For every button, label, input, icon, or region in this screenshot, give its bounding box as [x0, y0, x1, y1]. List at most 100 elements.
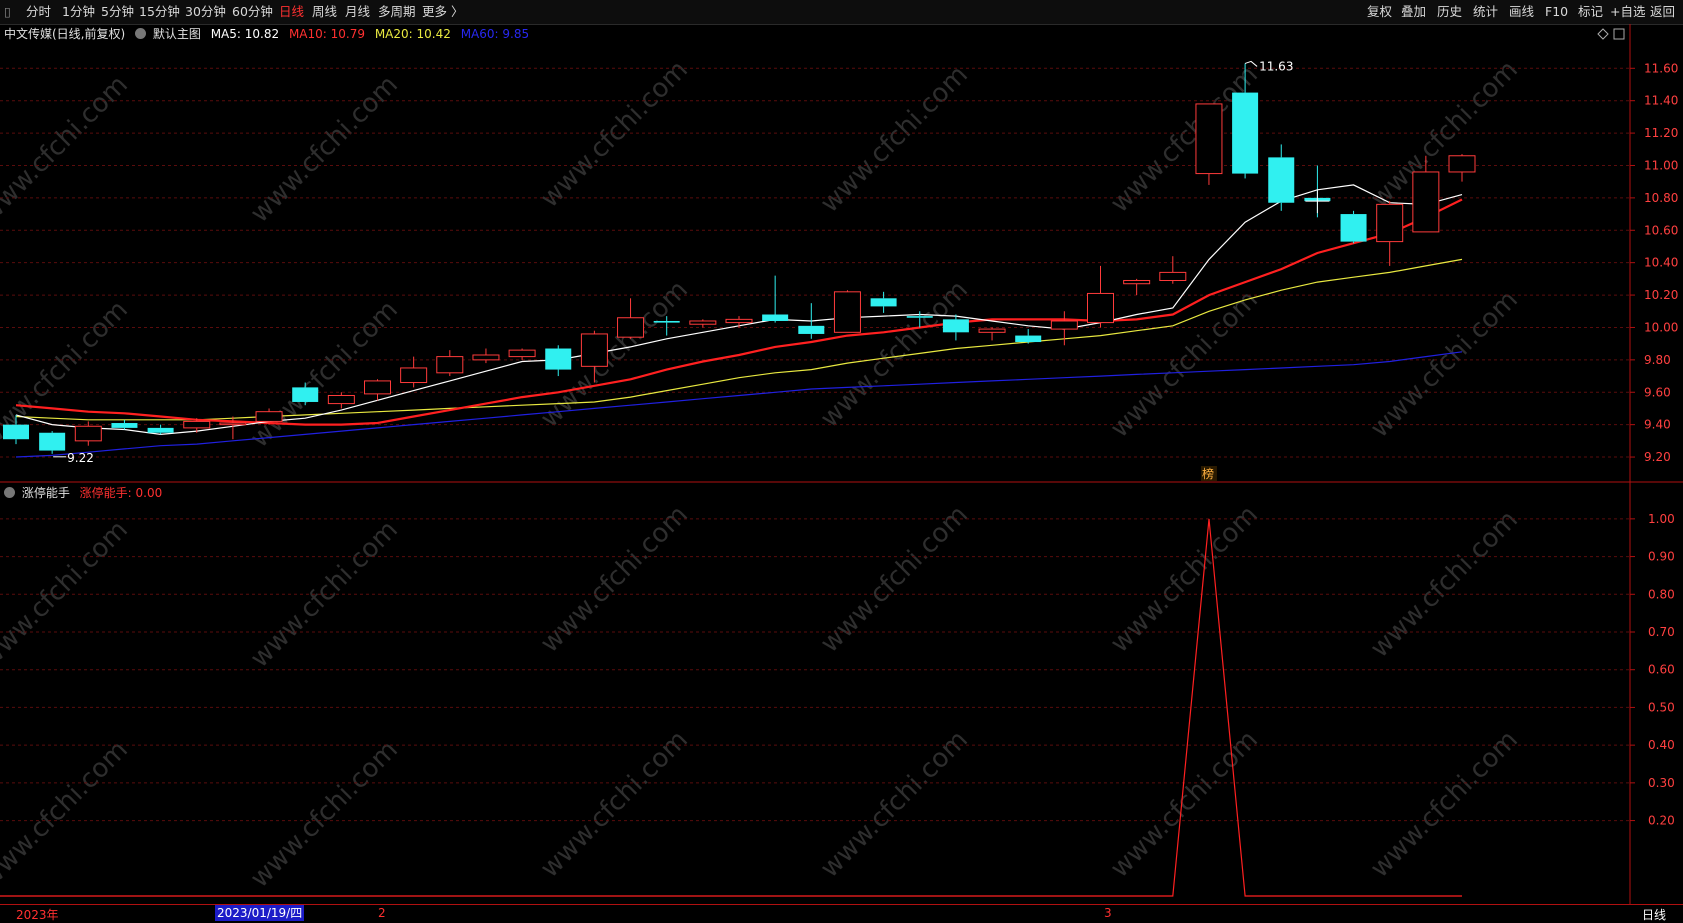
period-label[interactable]: 日线	[1642, 906, 1666, 923]
candle	[327, 392, 355, 409]
indicator-tick-label: 0.80	[1648, 587, 1675, 601]
candle	[833, 290, 861, 333]
candle	[689, 319, 717, 328]
candle-body-down	[1015, 335, 1042, 343]
candle-body-up	[364, 380, 391, 395]
kline-chart[interactable]: www.cfchi.com www.cfchi.com www.cfchi.com w…	[0, 0, 1683, 904]
watermark-text: www.cfchi.com	[245, 70, 404, 229]
candle-body-down	[292, 387, 319, 402]
candle	[1087, 265, 1114, 328]
candle	[364, 379, 391, 401]
month-mar: 3	[1104, 906, 1112, 920]
candle	[870, 291, 897, 313]
candle-body-down	[653, 320, 680, 323]
grid-lines	[0, 67, 1630, 458]
candle-body-up	[1123, 279, 1151, 285]
watermark-text: www.cfchi.com	[0, 735, 134, 894]
candle-body-down	[762, 314, 789, 321]
candle	[725, 316, 753, 328]
candle	[400, 356, 428, 388]
watermark-text: www.cfchi.com	[815, 725, 974, 884]
watermark-text: www.cfchi.com	[1365, 55, 1524, 214]
candle-body-up	[74, 425, 102, 442]
watermark-text: www.cfchi.com	[815, 500, 974, 659]
watermark-text: www.cfchi.com	[1105, 500, 1264, 659]
candle-body-down	[942, 319, 969, 333]
candle-body-down	[545, 348, 572, 370]
candle	[545, 345, 572, 377]
candle-body-up	[508, 349, 536, 358]
price-tick-label: 10.40	[1644, 256, 1678, 270]
watermark-layer: www.cfchi.com www.cfchi.com www.cfchi.com w…	[0, 55, 1524, 894]
candle	[1376, 201, 1404, 266]
price-tick-label: 11.60	[1644, 61, 1678, 75]
candle	[762, 275, 789, 323]
candle	[1015, 329, 1042, 344]
indicator-tick-label: 0.90	[1648, 550, 1675, 564]
candle-body-down	[1340, 214, 1367, 242]
price-tick-label: 11.00	[1644, 158, 1678, 172]
ma60-line	[15, 351, 1463, 458]
watermark-text: www.cfchi.com	[1365, 505, 1524, 664]
candle-body-up	[1050, 320, 1078, 330]
watermark-text: www.cfchi.com	[535, 55, 694, 214]
low-label: 9.22	[67, 451, 94, 465]
candle	[1195, 103, 1223, 185]
watermark-text: www.cfchi.com	[1365, 725, 1524, 884]
candle-body-up	[978, 328, 1006, 333]
price-tick-label: 10.00	[1644, 320, 1678, 334]
price-axis: 11.60 11.40 11.20 11.00 10.80 10.60 10.40 10.20…	[1629, 24, 1678, 904]
candle-body-down	[147, 427, 174, 433]
candle-body-up	[255, 411, 283, 422]
candle	[1123, 278, 1151, 296]
candle	[617, 298, 645, 339]
candle-body-up	[219, 422, 247, 426]
date-axis-bar: 2023年 2023/01/19/四 2 3 日线	[0, 904, 1683, 923]
candle	[436, 350, 464, 377]
cursor-date: 2023/01/19/四	[215, 905, 305, 921]
price-tick-label: 9.20	[1644, 450, 1671, 464]
window-icon	[1613, 28, 1625, 40]
price-tick-label: 11.20	[1644, 126, 1678, 140]
candle	[508, 348, 536, 360]
candle-body-down	[870, 298, 897, 307]
candle-body-down	[906, 316, 933, 318]
candle-body-up	[1087, 292, 1114, 324]
watermark-text: www.cfchi.com	[815, 60, 974, 219]
candle-body-up	[617, 317, 645, 338]
candle-body-down	[3, 424, 29, 440]
candle-body-up	[1376, 203, 1404, 243]
watermark-text: www.cfchi.com	[245, 735, 404, 894]
candle-body-down	[1232, 92, 1259, 174]
indicator-tick-label: 0.60	[1648, 663, 1675, 677]
candle	[111, 419, 138, 430]
candle-body-up	[327, 394, 355, 405]
price-tick-label: 9.80	[1644, 353, 1671, 367]
indicator-tick-label: 1.00	[1648, 512, 1675, 526]
diamond-icon	[1597, 28, 1609, 40]
price-tick-label: 10.20	[1644, 288, 1678, 302]
candle-body-up	[689, 320, 717, 325]
candle-body-up	[725, 318, 753, 324]
price-tick-label: 10.80	[1644, 191, 1678, 205]
price-tick-label: 9.40	[1644, 418, 1671, 432]
watermark-text: www.cfchi.com	[1365, 285, 1524, 444]
candle-body-up	[1159, 271, 1187, 281]
watermark-text: www.cfchi.com	[1105, 725, 1264, 884]
candle-body-up	[833, 291, 861, 333]
indicator-tick-label: 0.50	[1648, 700, 1675, 714]
indicator-tick-label: 0.70	[1648, 625, 1675, 639]
price-tick-label: 11.40	[1644, 94, 1678, 108]
price-tick-label: 9.60	[1644, 385, 1671, 399]
candle-body-down	[39, 432, 66, 451]
candle	[1159, 256, 1187, 284]
candle-body-up	[400, 367, 428, 384]
candle-body-up	[1412, 171, 1440, 233]
candle-body-up	[436, 356, 464, 374]
candle-body-up	[1448, 155, 1476, 173]
price-tick-label: 10.60	[1644, 223, 1678, 237]
badge-label: 榜	[1202, 466, 1214, 481]
candle-body-up	[580, 333, 608, 367]
candle	[978, 327, 1006, 341]
watermark-text: www.cfchi.com	[0, 70, 134, 229]
